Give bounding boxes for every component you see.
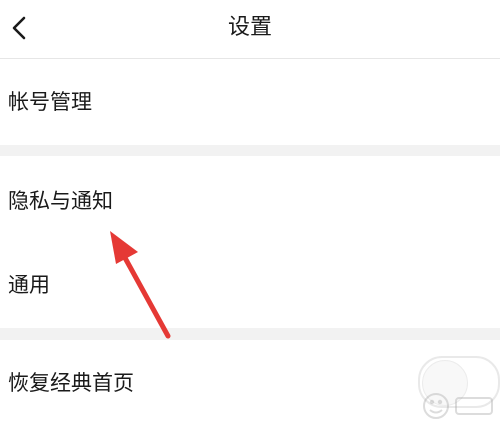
menu-item-label: 帐号管理 <box>8 90 92 114</box>
menu-item-account-management[interactable]: 帐号管理 <box>0 59 500 145</box>
page-title: 设置 <box>227 15 272 40</box>
menu-item-privacy-notification[interactable]: 隐私与通知 <box>0 156 500 244</box>
menu-item-label: 隐私与通知 <box>8 189 113 213</box>
menu-item-label: 恢复经典首页 <box>8 371 134 395</box>
menu-item-label: 通用 <box>8 273 50 297</box>
menu-item-general[interactable]: 通用 <box>0 244 500 328</box>
nav-header: 设置 <box>0 0 500 58</box>
watermark-logo-icon <box>423 393 493 419</box>
section-gap <box>0 145 500 156</box>
section-gap <box>0 328 500 340</box>
